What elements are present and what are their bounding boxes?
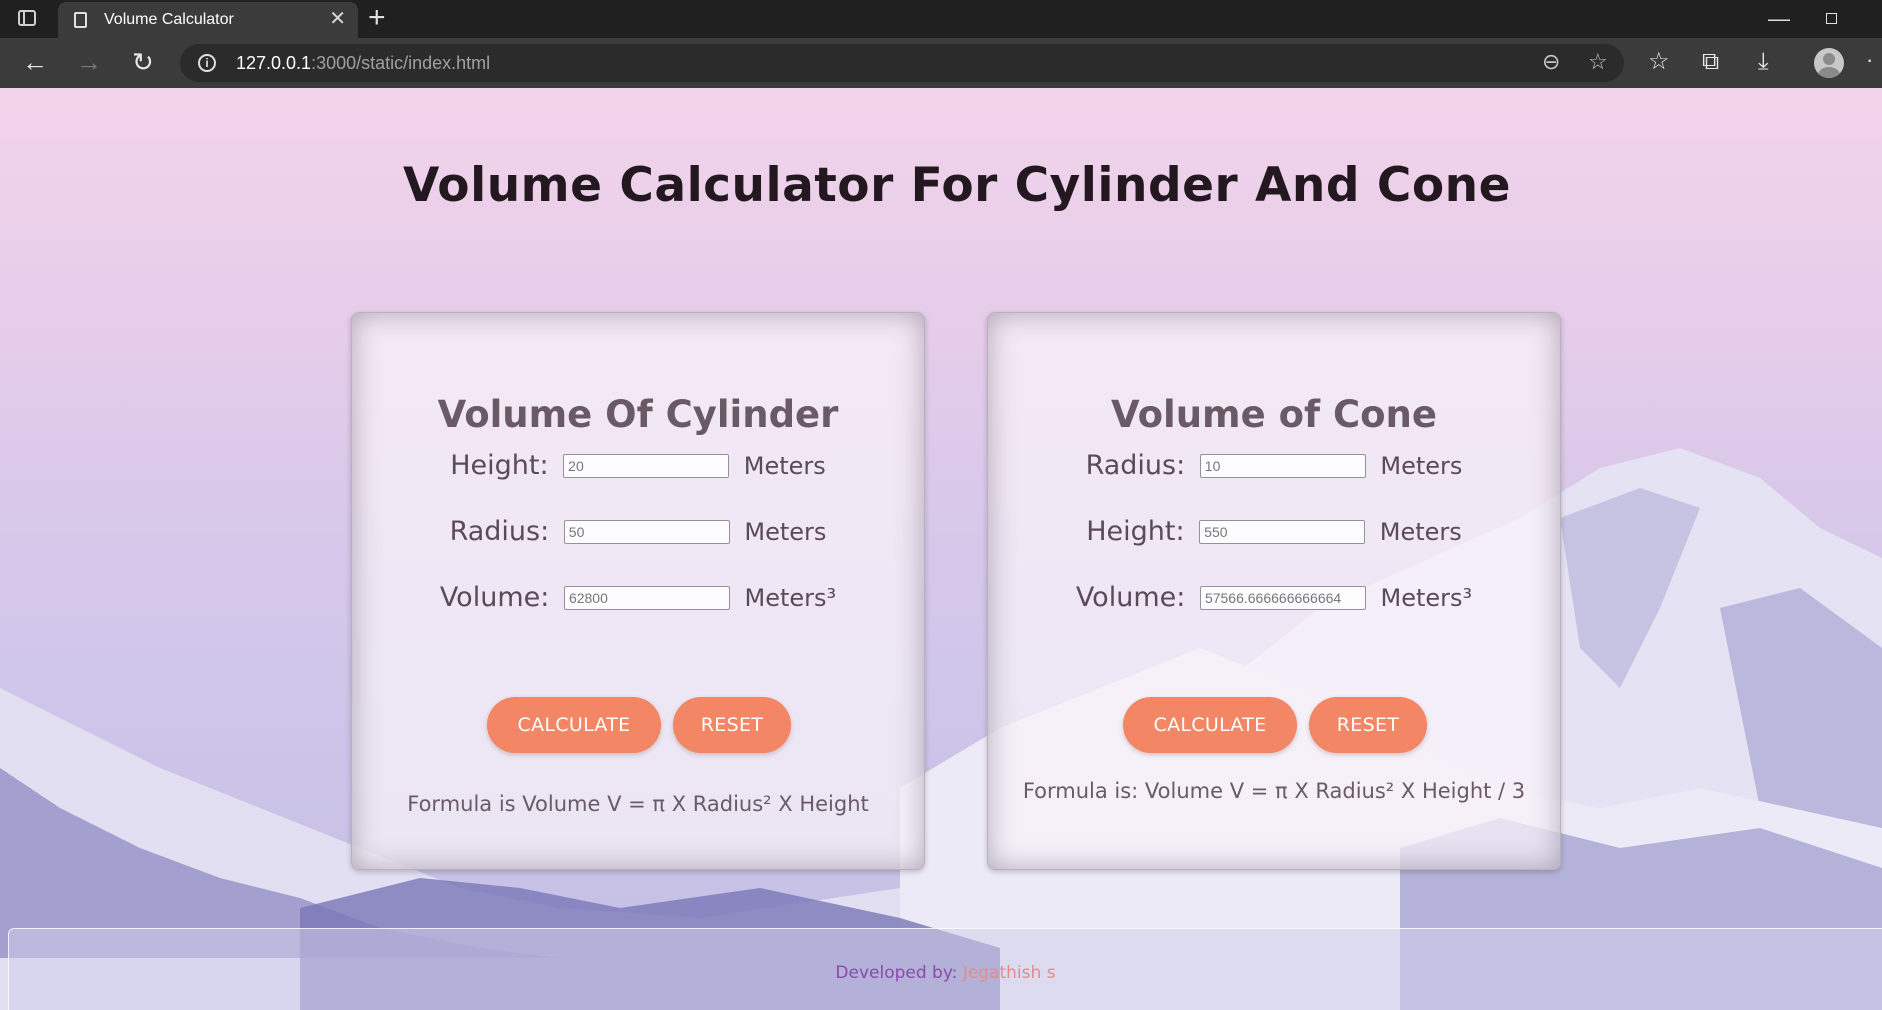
browser-toolbar: ← → ↻ i 127.0.0.1:3000/static/index.html…: [0, 38, 1882, 88]
cone-title: Volume of Cone: [1111, 393, 1437, 436]
footer-prefix: Developed by:: [835, 963, 958, 983]
cylinder-radius-input[interactable]: [563, 519, 730, 544]
cone-volume-input[interactable]: [1199, 585, 1366, 610]
cone-height-row: Height: Meters: [988, 515, 1560, 547]
footer-developer: Jegathish s: [962, 963, 1056, 983]
minimize-icon[interactable]: —: [1768, 6, 1790, 32]
close-tab-icon[interactable]: ✕: [329, 8, 346, 30]
info-icon[interactable]: i: [198, 54, 216, 72]
document-icon: [74, 12, 87, 28]
downloads-icon[interactable]: ⤓: [1758, 48, 1769, 76]
cone-volume-unit: Meters³: [1380, 583, 1473, 612]
cylinder-height-unit: Meters: [743, 451, 826, 480]
cone-radius-label: Radius:: [1085, 450, 1186, 481]
cone-height-input[interactable]: [1199, 519, 1366, 544]
cylinder-reset-button[interactable]: RESET: [673, 697, 791, 753]
cylinder-formula: Formula is Volume V = π X Radius² X Heig…: [407, 792, 869, 816]
add-favorite-icon[interactable]: ☆: [1588, 49, 1608, 75]
cone-volume-row: Volume: Meters³: [988, 581, 1560, 613]
tab-actions-icon[interactable]: [18, 10, 36, 26]
cylinder-radius-label: Radius:: [449, 516, 550, 547]
page-background: Volume Calculator For Cylinder And Cone …: [0, 88, 1882, 1010]
cone-height-label: Height:: [1086, 516, 1185, 547]
cylinder-volume-label: Volume:: [439, 582, 550, 613]
cylinder-volume-input[interactable]: [563, 585, 730, 610]
favorites-icon[interactable]: ☆: [1648, 48, 1670, 76]
more-icon[interactable]: ·: [1866, 46, 1873, 74]
tab-title: Volume Calculator: [104, 11, 234, 28]
footer: Developed by: Jegathish s: [8, 928, 1882, 1010]
cylinder-height-input[interactable]: [563, 453, 730, 478]
cylinder-title: Volume Of Cylinder: [437, 393, 839, 436]
reload-icon[interactable]: ↻: [132, 48, 154, 76]
zoom-out-icon[interactable]: ⊖: [1542, 49, 1560, 75]
cone-radius-unit: Meters: [1380, 451, 1463, 480]
cone-card: Volume of Cone Radius: Meters Height: Me…: [987, 312, 1561, 870]
forward-icon[interactable]: →: [76, 48, 102, 76]
cylinder-height-row: Height: Meters: [352, 449, 924, 481]
cone-radius-row: Radius: Meters: [988, 449, 1560, 481]
footer-credit: Developed by: Jegathish s: [9, 963, 1882, 983]
cylinder-radius-unit: Meters: [744, 517, 827, 546]
cylinder-card: Volume Of Cylinder Height: Meters Radius…: [351, 312, 925, 870]
mountain-background-image: [0, 448, 1882, 1010]
back-icon[interactable]: ←: [22, 48, 48, 76]
browser-tab[interactable]: Volume Calculator ✕: [58, 2, 358, 38]
cone-calculate-button[interactable]: CALCULATE: [1123, 697, 1297, 753]
cylinder-volume-unit: Meters³: [744, 583, 837, 612]
browser-tab-bar: Volume Calculator ✕ + —: [0, 0, 1882, 38]
cone-reset-button[interactable]: RESET: [1309, 697, 1427, 753]
cylinder-volume-row: Volume: Meters³: [352, 581, 924, 613]
profile-avatar[interactable]: [1814, 48, 1844, 78]
address-bar[interactable]: i 127.0.0.1:3000/static/index.html ⊖ ☆: [180, 44, 1624, 82]
cylinder-height-label: Height:: [450, 450, 549, 481]
restore-icon[interactable]: [1826, 13, 1837, 24]
cone-volume-label: Volume:: [1075, 582, 1186, 613]
cone-radius-input[interactable]: [1199, 453, 1366, 478]
cone-formula: Formula is: Volume V = π X Radius² X Hei…: [1022, 779, 1526, 803]
collections-icon[interactable]: ⧉: [1702, 48, 1719, 76]
new-tab-icon[interactable]: +: [368, 1, 386, 35]
cylinder-radius-row: Radius: Meters: [352, 515, 924, 547]
url-text[interactable]: 127.0.0.1:3000/static/index.html: [236, 53, 490, 74]
cylinder-calculate-button[interactable]: CALCULATE: [487, 697, 661, 753]
cone-height-unit: Meters: [1379, 517, 1462, 546]
page-title: Volume Calculator For Cylinder And Cone: [402, 158, 1511, 213]
